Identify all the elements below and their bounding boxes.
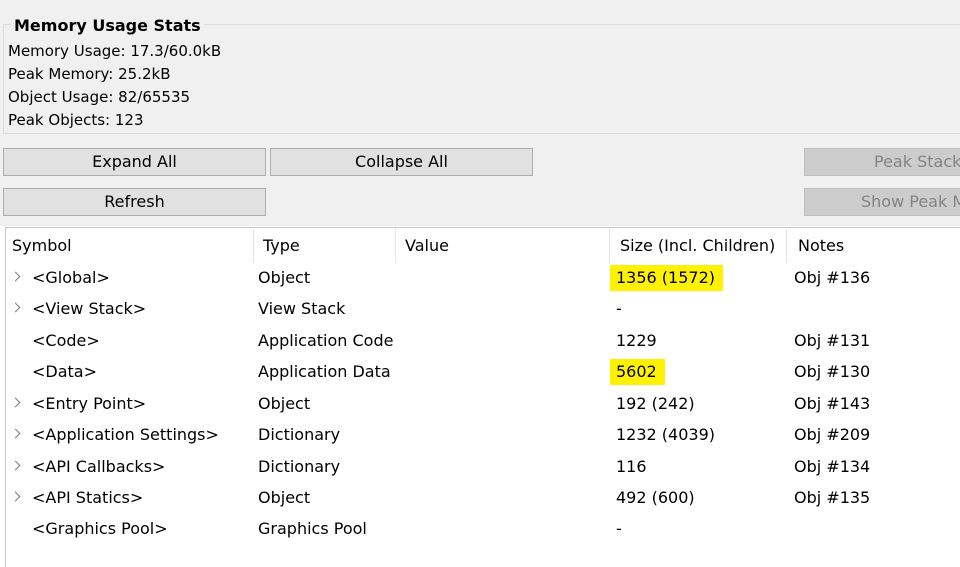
size-cell: 492 (600) bbox=[616, 488, 695, 507]
type-cell: Application Data bbox=[258, 362, 391, 381]
notes-cell: Obj #209 bbox=[794, 425, 871, 444]
symbol-cell: <API Statics> bbox=[32, 488, 144, 507]
type-cell: View Stack bbox=[258, 299, 346, 318]
stats-title: Memory Usage Stats bbox=[11, 16, 204, 35]
chevron-right-icon[interactable] bbox=[10, 302, 21, 313]
column-header-type[interactable]: Type bbox=[263, 236, 300, 256]
type-cell: Graphics Pool bbox=[258, 519, 367, 538]
symbol-cell: <Data> bbox=[32, 362, 98, 381]
collapse-all-button[interactable]: Collapse All bbox=[270, 148, 533, 176]
notes-cell: Obj #131 bbox=[794, 331, 871, 350]
peak-memory-text: Peak Memory: 25.2kB bbox=[8, 65, 171, 83]
notes-cell: Obj #130 bbox=[794, 362, 871, 381]
column-divider[interactable] bbox=[609, 229, 610, 263]
notes-cell: Obj #135 bbox=[794, 488, 871, 507]
table-row[interactable]: <Global> Object 1356 (1572) Obj #136 bbox=[6, 263, 960, 294]
peak-objects-text: Peak Objects: 123 bbox=[8, 111, 144, 129]
size-cell: 1229 bbox=[616, 331, 657, 350]
size-cell: 1232 (4039) bbox=[616, 425, 716, 444]
table-row[interactable]: <Data> Application Data 5602 Obj #130 bbox=[6, 357, 960, 388]
column-divider[interactable] bbox=[395, 229, 396, 263]
expand-all-button[interactable]: Expand All bbox=[3, 148, 266, 176]
column-header-value[interactable]: Value bbox=[405, 236, 449, 256]
notes-cell: Obj #134 bbox=[794, 457, 871, 476]
chevron-right-icon[interactable] bbox=[10, 428, 21, 439]
size-cell: 116 bbox=[616, 457, 647, 476]
type-cell: Application Code bbox=[258, 331, 394, 350]
object-usage-text: Object Usage: 82/65535 bbox=[8, 88, 191, 106]
symbol-cell: <Code> bbox=[32, 331, 100, 350]
memory-stats-panel: Memory Usage Stats Memory Usage: 17.3/60… bbox=[0, 0, 960, 226]
symbol-cell: <API Callbacks> bbox=[32, 457, 166, 476]
column-header-size[interactable]: Size (Incl. Children) bbox=[620, 236, 775, 256]
size-cell: - bbox=[616, 299, 622, 318]
peak-stack-button[interactable]: Peak Stack T bbox=[804, 148, 960, 176]
column-divider[interactable] bbox=[253, 229, 254, 263]
size-cell: 1356 (1572) bbox=[610, 265, 724, 291]
chevron-right-icon[interactable] bbox=[10, 271, 21, 282]
table-row[interactable]: <API Statics> Object 492 (600) Obj #135 bbox=[6, 483, 960, 514]
memory-usage-text: Memory Usage: 17.3/60.0kB bbox=[8, 42, 222, 60]
symbol-cell: <Graphics Pool> bbox=[32, 519, 168, 538]
symbol-cell: <Entry Point> bbox=[32, 394, 147, 413]
type-cell: Dictionary bbox=[258, 457, 341, 476]
column-header-symbol[interactable]: Symbol bbox=[12, 236, 72, 256]
notes-cell: Obj #136 bbox=[794, 268, 871, 287]
table-row[interactable]: <Graphics Pool> Graphics Pool - bbox=[6, 514, 960, 545]
type-cell: Object bbox=[258, 488, 311, 507]
table-row[interactable]: <Code> Application Code 1229 Obj #131 bbox=[6, 326, 960, 357]
type-cell: Dictionary bbox=[258, 425, 341, 444]
size-cell: 192 (242) bbox=[616, 394, 695, 413]
column-header-notes[interactable]: Notes bbox=[798, 236, 844, 256]
chevron-right-icon[interactable] bbox=[10, 460, 21, 471]
symbol-cell: <Global> bbox=[32, 268, 110, 287]
type-cell: Object bbox=[258, 394, 311, 413]
table-row[interactable]: <API Callbacks> Dictionary 116 Obj #134 bbox=[6, 452, 960, 483]
notes-cell: Obj #143 bbox=[794, 394, 871, 413]
chevron-right-icon[interactable] bbox=[10, 397, 21, 408]
table-row[interactable]: <Application Settings> Dictionary 1232 (40… bbox=[6, 420, 960, 451]
table-row[interactable]: <View Stack> View Stack - bbox=[6, 294, 960, 325]
symbol-cell: <Application Settings> bbox=[32, 425, 219, 444]
table-row[interactable]: <Entry Point> Object 192 (242) Obj #143 bbox=[6, 389, 960, 420]
refresh-button[interactable]: Refresh bbox=[3, 188, 266, 216]
type-cell: Object bbox=[258, 268, 311, 287]
chevron-right-icon[interactable] bbox=[10, 491, 21, 502]
show-peak-button[interactable]: Show Peak M bbox=[804, 188, 960, 216]
symbol-cell: <View Stack> bbox=[32, 299, 147, 318]
size-cell: 5602 bbox=[610, 359, 665, 385]
size-cell: - bbox=[616, 519, 622, 538]
column-divider[interactable] bbox=[786, 229, 787, 263]
